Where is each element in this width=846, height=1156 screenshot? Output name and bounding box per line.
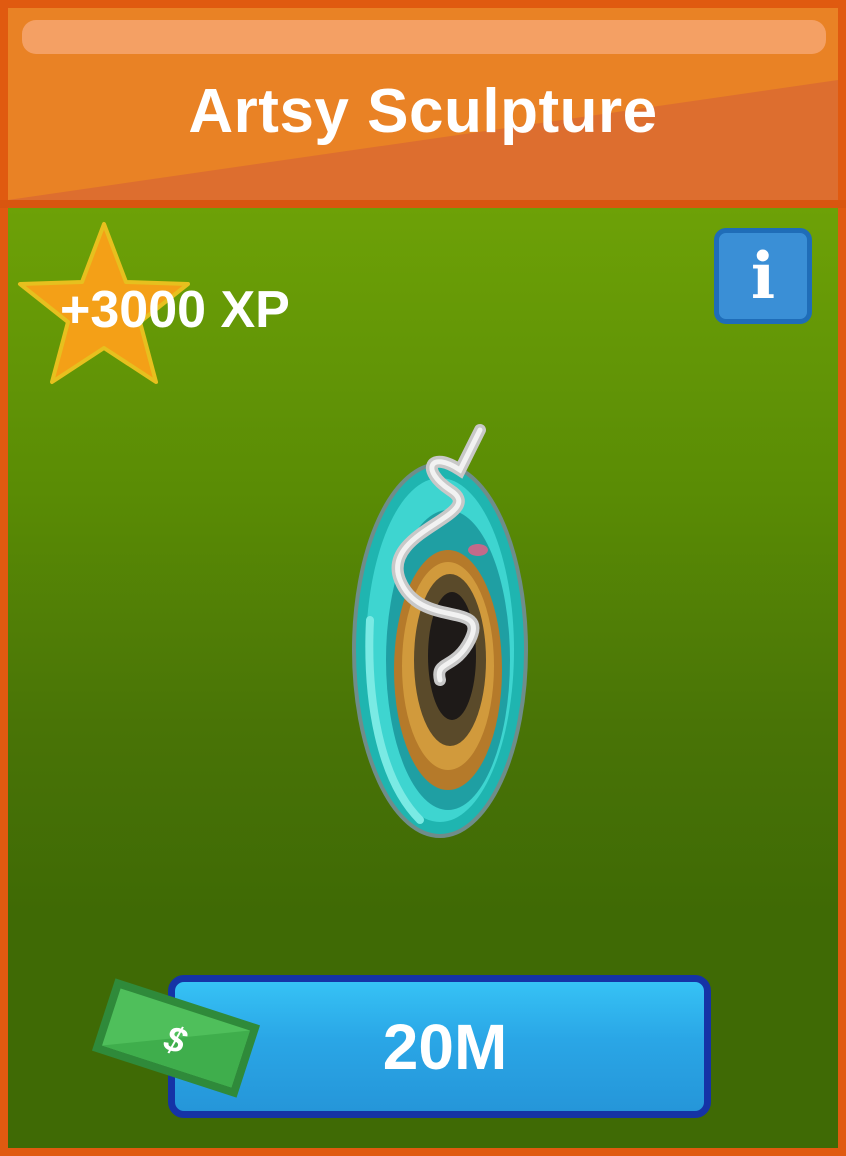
xp-reward-label: +3000 XP [60, 281, 290, 339]
info-button[interactable]: i [714, 228, 812, 324]
cash-icon: $ [91, 978, 261, 1098]
info-icon: i [750, 239, 776, 314]
header-divider [0, 200, 846, 208]
price-label: 20M [382, 1011, 508, 1083]
header-highlight [22, 20, 826, 54]
item-title: Artsy Sculpture [188, 77, 658, 146]
item-card: Artsy Sculpture +3000 XP i 20M $ [0, 0, 846, 1156]
artsy-sculpture-image [352, 424, 528, 838]
